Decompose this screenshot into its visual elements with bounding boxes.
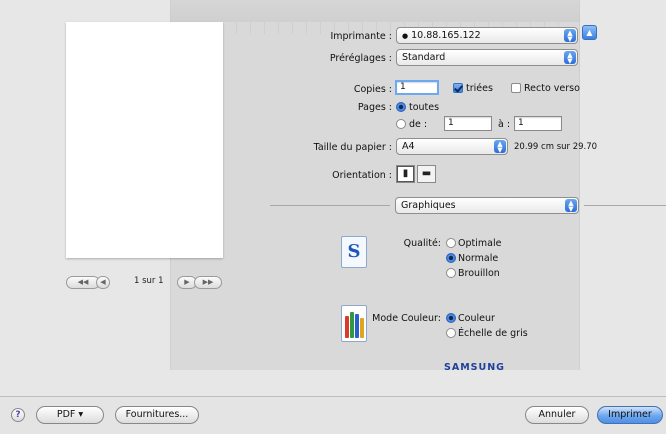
pages-to-field[interactable]: 1 <box>514 116 562 131</box>
color-mode-label: Mode Couleur: <box>372 313 441 324</box>
presets-label: Préréglages : <box>329 53 392 64</box>
printer-value: 10.88.165.122 <box>411 30 481 41</box>
color-mode-color-radio[interactable] <box>446 313 456 323</box>
previous-page-button[interactable]: ◀ <box>96 276 110 289</box>
collate-label: triées <box>466 83 493 94</box>
yellow-pencil-icon <box>360 318 364 338</box>
paper-size-select[interactable]: A4 ▲ ▼ <box>396 138 508 155</box>
last-page-icon: ▶▶ <box>202 278 214 286</box>
quality-label: Qualité: <box>403 238 441 249</box>
pages-all-label: toutes <box>409 102 440 113</box>
pages-to-label: à : <box>498 119 511 130</box>
collapse-details-button[interactable]: ▲ <box>582 25 597 40</box>
question-mark-icon: ? <box>15 410 21 420</box>
cancel-button[interactable]: Annuler <box>525 406 589 424</box>
first-page-button[interactable]: ◀◀ <box>66 276 100 289</box>
supplies-button[interactable]: Fournitures... <box>115 406 199 424</box>
printer-status-icon: ● <box>402 32 409 40</box>
print-preview-page <box>66 22 223 258</box>
last-page-button[interactable]: ▶▶ <box>194 276 222 289</box>
landscape-icon: ▬ <box>421 168 432 179</box>
separator-right <box>584 205 666 206</box>
color-mode-icon <box>341 305 367 342</box>
pages-all-radio[interactable] <box>396 102 406 112</box>
page-indicator: 1 sur 1 <box>134 276 164 286</box>
pages-range-radio[interactable] <box>396 119 406 129</box>
quality-normal-label: Normale <box>458 253 499 264</box>
quality-draft-radio[interactable] <box>446 268 456 278</box>
duplex-checkbox[interactable] <box>511 83 521 93</box>
blue-pencil-icon <box>355 314 359 338</box>
color-mode-grayscale-radio[interactable] <box>446 328 456 338</box>
printer-label: Imprimante : <box>330 31 392 42</box>
color-mode-color-label: Couleur <box>458 313 495 324</box>
orientation-landscape-button[interactable]: ▬ <box>417 165 436 183</box>
duplex-label: Recto verso <box>524 83 580 94</box>
paper-size-value: A4 <box>402 141 415 152</box>
first-page-icon: ◀◀ <box>77 278 89 286</box>
orientation-label: Orientation : <box>332 170 392 181</box>
portrait-icon: ▮ <box>402 168 409 179</box>
popup-arrows-icon: ▲ ▼ <box>565 199 577 213</box>
pages-from-label: de : <box>409 119 428 130</box>
pdf-menu-button[interactable]: PDF ▾ <box>36 406 104 424</box>
separator-left <box>270 205 390 206</box>
color-mode-grayscale-label: Échelle de gris <box>458 328 528 339</box>
popup-arrows-icon: ▲ ▼ <box>564 29 576 43</box>
paper-size-label: Taille du papier : <box>313 142 392 153</box>
collate-checkbox[interactable] <box>453 83 463 93</box>
copies-label: Copies : <box>353 84 392 95</box>
next-page-icon: ▶ <box>184 278 190 286</box>
presets-select[interactable]: Standard ▲ ▼ <box>396 49 578 66</box>
green-pencil-icon <box>350 312 354 338</box>
pages-from-field[interactable]: 1 <box>444 116 492 131</box>
quality-icon: S <box>341 236 367 268</box>
panel-select[interactable]: Graphiques ▲ ▼ <box>395 197 579 214</box>
pages-label: Pages : <box>357 102 392 113</box>
help-button[interactable]: ? <box>11 408 25 422</box>
triangle-up-icon: ▲ <box>586 28 593 37</box>
background-toolbar <box>170 0 580 22</box>
quality-optimal-label: Optimale <box>458 238 502 249</box>
paper-dimensions: 20.99 cm sur 29.70 <box>514 142 598 152</box>
quality-draft-label: Brouillon <box>458 268 500 279</box>
quality-normal-radio[interactable] <box>446 253 456 263</box>
copies-field[interactable]: 1 <box>395 80 439 95</box>
popup-arrows-icon: ▲ ▼ <box>494 140 506 154</box>
red-pencil-icon <box>345 316 349 338</box>
previous-page-icon: ◀ <box>100 278 106 286</box>
orientation-portrait-button[interactable]: ▮ <box>396 165 415 183</box>
quality-optimal-radio[interactable] <box>446 238 456 248</box>
samsung-logo: SAMSUNG <box>444 362 505 373</box>
popup-arrows-icon: ▲ ▼ <box>564 51 576 65</box>
printer-select[interactable]: ● 10.88.165.122 ▲ ▼ <box>396 27 578 44</box>
panel-value: Graphiques <box>401 200 456 211</box>
print-button[interactable]: Imprimer <box>597 406 663 424</box>
presets-value: Standard <box>402 52 446 63</box>
